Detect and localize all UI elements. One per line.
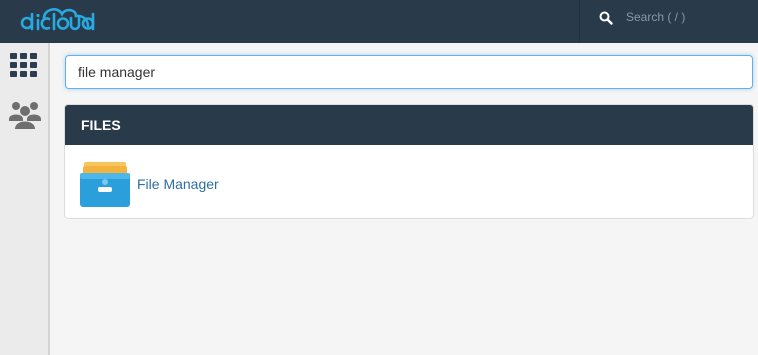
global-search[interactable]: Search ( / ) bbox=[579, 0, 758, 43]
file-manager-icon bbox=[80, 162, 130, 207]
sidebar bbox=[0, 43, 50, 355]
file-manager-link[interactable]: File Manager bbox=[80, 161, 280, 209]
file-manager-label: File Manager bbox=[137, 176, 219, 192]
results-panel: FILES File Manager bbox=[64, 104, 754, 219]
section-title: FILES bbox=[65, 105, 753, 145]
grid-icon[interactable] bbox=[10, 53, 38, 77]
search-input[interactable] bbox=[65, 55, 753, 89]
dicloud-logo[interactable] bbox=[18, 2, 98, 36]
search-icon bbox=[599, 11, 613, 25]
users-icon[interactable] bbox=[8, 97, 42, 131]
top-bar: Search ( / ) bbox=[0, 0, 758, 43]
global-search-placeholder: Search ( / ) bbox=[626, 10, 686, 24]
